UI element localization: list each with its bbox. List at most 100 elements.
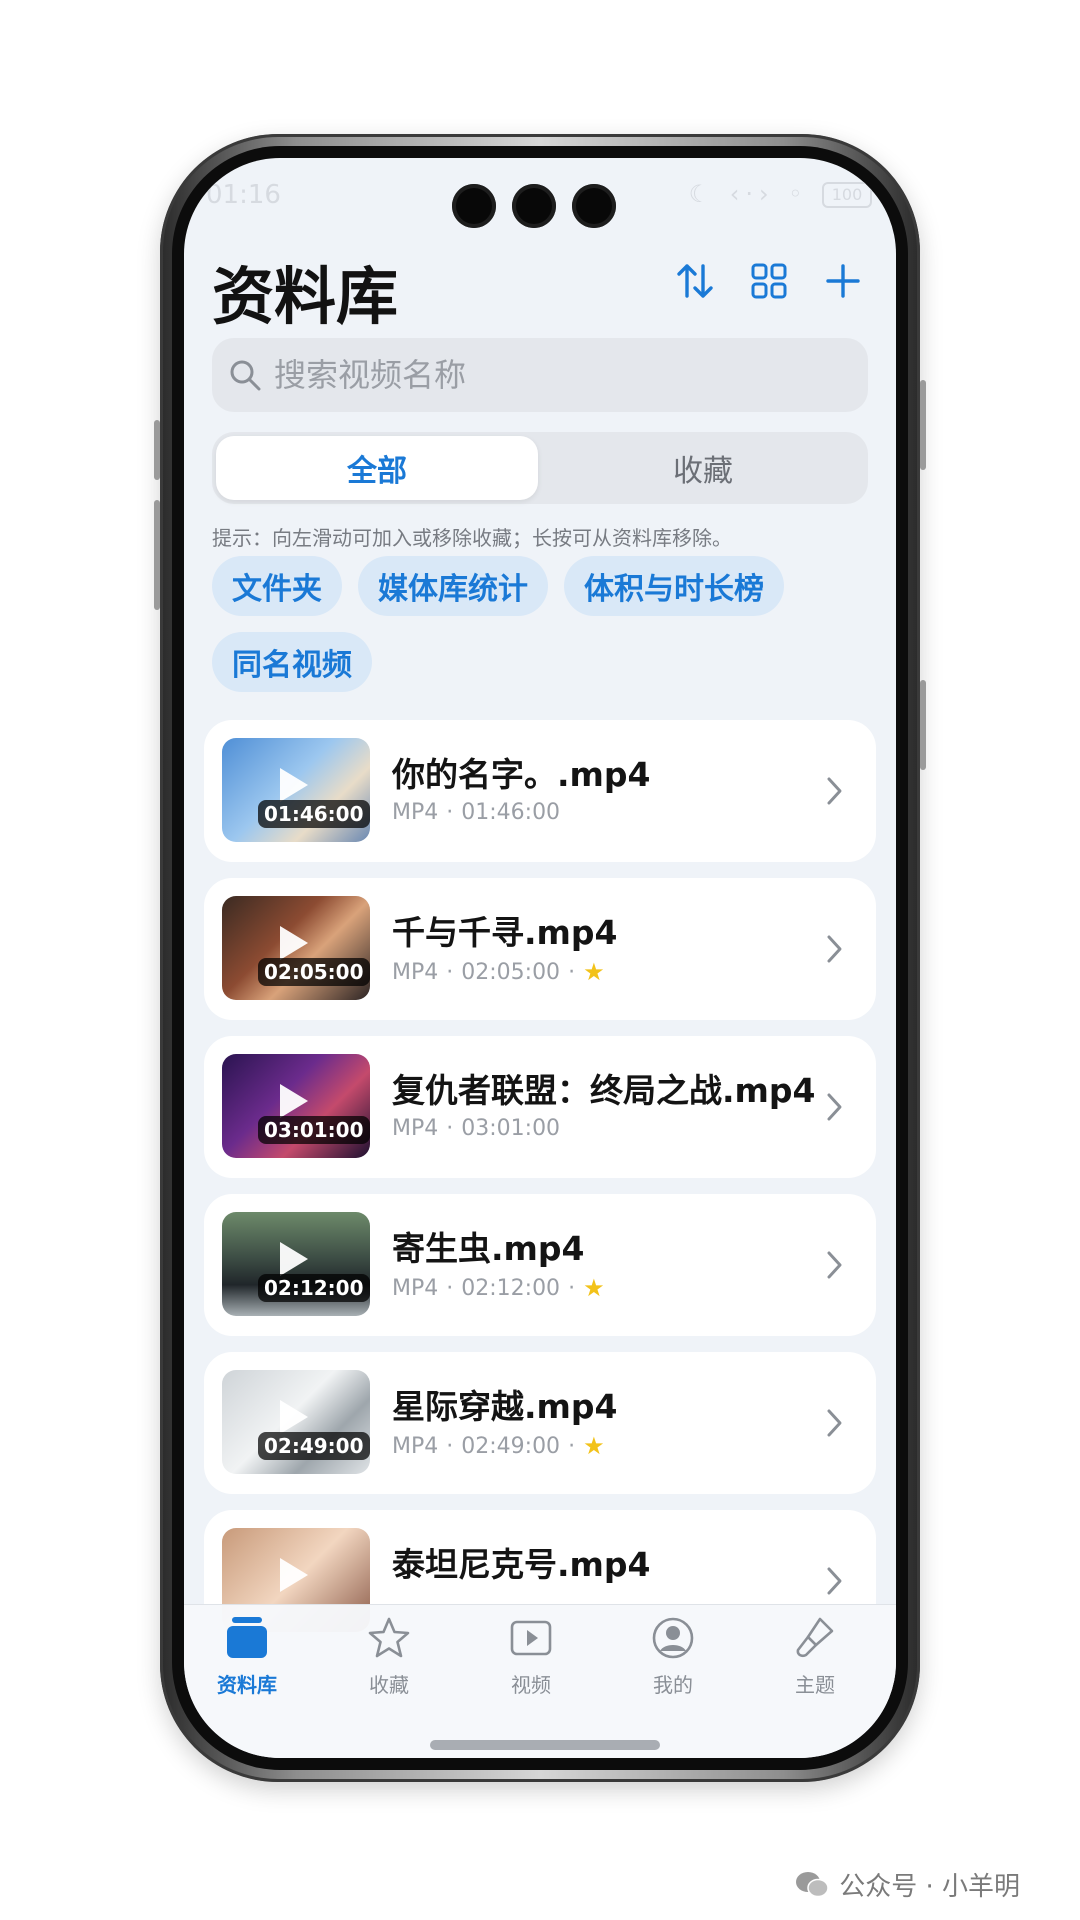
tab-label: 资料库: [217, 1673, 277, 1697]
play-icon: [280, 926, 308, 960]
video-thumbnail: 03:01:00: [222, 1054, 370, 1158]
video-duration: 01:46:00: [461, 800, 561, 825]
tab-theme[interactable]: 主题: [760, 1615, 870, 1698]
video-meta: MP4 · 03:01:00: [392, 1116, 560, 1141]
page-title: 资料库: [212, 260, 399, 333]
play-icon: [280, 1558, 308, 1592]
search-input[interactable]: [274, 356, 834, 394]
video-duration: 02:49:00: [461, 1433, 561, 1459]
meta-separator: ·: [446, 1116, 454, 1141]
chevron-right-icon: [827, 1567, 842, 1595]
tab-favorites[interactable]: 收藏: [542, 436, 864, 500]
sort-icon: [677, 264, 713, 298]
play-icon: [280, 1084, 308, 1118]
watermark: 公众号 · 小羊明: [795, 1866, 1020, 1903]
watermark-text: 公众号 · 小羊明: [839, 1872, 1020, 1902]
video-name: 寄生虫.mp4: [392, 1229, 585, 1268]
video-thumbnail: 02:49:00: [222, 1370, 370, 1474]
video-list-item[interactable]: 02:12:00 寄生虫.mp4 MP4 · 02:12:00 · ★: [204, 1194, 876, 1336]
video-thumbnail: 02:05:00: [222, 896, 370, 1000]
chip-same-name-videos[interactable]: 同名视频: [212, 632, 372, 692]
meta-separator: ·: [446, 959, 454, 985]
tab-profile[interactable]: 我的: [618, 1615, 728, 1698]
status-glyphs: ☾ ‹·› ◦: [688, 180, 809, 208]
phone-screen: 01:16 ☾ ‹·› ◦ 100 资料库 搜索视频名称 全部 收藏 提示：向左…: [184, 158, 896, 1758]
bottom-tab-bar: 资料库 收藏 视频 我的 主题: [184, 1604, 896, 1758]
video-icon: [510, 1620, 552, 1656]
meta-separator: ·: [446, 1433, 454, 1459]
hint-text: 提示：向左滑动可加入或移除收藏；长按可从资料库移除。: [212, 526, 732, 550]
video-duration: 03:01:00: [461, 1116, 561, 1141]
grid-icon: [751, 263, 787, 299]
favorite-star-icon: ★: [583, 1274, 605, 1302]
chevron-right-icon: [827, 935, 842, 963]
stage: 01:16 ☾ ‹·› ◦ 100 资料库 搜索视频名称 全部 收藏 提示：向左…: [0, 0, 1080, 1920]
video-format: MP4: [392, 800, 439, 825]
sort-button[interactable]: [672, 258, 718, 304]
video-format: MP4: [392, 1116, 439, 1141]
chevron-right-icon: [827, 1251, 842, 1279]
thumbnail-duration: 02:12:00: [258, 1274, 370, 1302]
chevron-right-icon: [827, 1409, 842, 1437]
video-format: MP4: [392, 959, 439, 985]
status-bar: 01:16 ☾ ‹·› ◦ 100: [184, 158, 896, 242]
tab-label: 主题: [795, 1673, 835, 1697]
video-meta: MP4 · 01:46:00: [392, 800, 560, 825]
tab-all[interactable]: 全部: [216, 436, 538, 500]
video-meta: MP4 · 02:05:00 · ★: [392, 958, 605, 986]
video-meta: MP4 · 02:12:00 · ★: [392, 1274, 605, 1302]
meta-separator: ·: [446, 800, 454, 825]
status-time: 01:16: [206, 180, 281, 210]
battery-icon: 100: [822, 182, 872, 208]
camera-lens-icon: [512, 184, 556, 228]
segmented-control: 全部 收藏: [212, 432, 868, 504]
video-list-item[interactable]: 01:46:00 你的名字。.mp4 MP4 · 01:46:00: [204, 720, 876, 862]
phone-side-button: [920, 380, 926, 470]
status-icons: ☾ ‹·› ◦ 100: [689, 180, 872, 208]
tab-favorites-nav[interactable]: 收藏: [334, 1615, 444, 1698]
meta-separator: ·: [446, 1275, 454, 1301]
chip-library-stats[interactable]: 媒体库统计: [358, 556, 548, 616]
video-name: 千与千寻.mp4: [392, 913, 618, 952]
video-format: MP4: [392, 1275, 439, 1301]
play-icon: [280, 1400, 308, 1434]
meta-separator: ·: [568, 959, 576, 985]
camera-lens-icon: [572, 184, 616, 228]
search-icon: [230, 360, 261, 391]
tab-videos[interactable]: 视频: [476, 1615, 586, 1698]
grid-view-button[interactable]: [746, 258, 792, 304]
meta-separator: ·: [568, 1275, 576, 1301]
tab-label: 收藏: [369, 1673, 409, 1697]
video-duration: 02:05:00: [461, 959, 561, 985]
search-bar: [212, 338, 868, 412]
plus-icon: [826, 264, 860, 298]
library-icon: [227, 1617, 267, 1658]
star-icon: [368, 1617, 410, 1658]
home-indicator[interactable]: [430, 1740, 660, 1750]
favorite-star-icon: ★: [583, 1432, 605, 1460]
thumbnail-duration: 02:05:00: [258, 958, 370, 986]
chevron-right-icon: [827, 1093, 842, 1121]
video-name: 你的名字。.mp4: [392, 755, 651, 794]
video-list-item[interactable]: 02:05:00 千与千寻.mp4 MP4 · 02:05:00 · ★: [204, 878, 876, 1020]
chip-group: 文件夹 媒体库统计 体积与时长榜 同名视频: [212, 556, 872, 692]
favorite-star-icon: ★: [583, 958, 605, 986]
brush-icon: [796, 1617, 834, 1658]
meta-separator: ·: [568, 1433, 576, 1459]
chip-size-duration-rank[interactable]: 体积与时长榜: [564, 556, 784, 616]
chip-folders[interactable]: 文件夹: [212, 556, 342, 616]
video-duration: 02:12:00: [461, 1275, 561, 1301]
profile-icon: [652, 1617, 694, 1659]
tab-library[interactable]: 资料库: [192, 1615, 302, 1698]
thumbnail-duration: 02:49:00: [258, 1432, 370, 1460]
video-list-item[interactable]: 02:49:00 星际穿越.mp4 MP4 · 02:49:00 · ★: [204, 1352, 876, 1494]
video-name: 星际穿越.mp4: [392, 1387, 618, 1426]
video-list-item[interactable]: 03:01:00 复仇者联盟：终局之战.mp4 MP4 · 03:01:00: [204, 1036, 876, 1178]
video-thumbnail: 01:46:00: [222, 738, 370, 842]
video-thumbnail: 02:12:00: [222, 1212, 370, 1316]
phone-side-button: [920, 680, 926, 770]
video-name: 泰坦尼克号.mp4: [392, 1545, 651, 1584]
add-button[interactable]: [820, 258, 866, 304]
video-list: 01:46:00 你的名字。.mp4 MP4 · 01:46:00 02:05:…: [204, 720, 876, 1668]
play-icon: [280, 768, 308, 802]
